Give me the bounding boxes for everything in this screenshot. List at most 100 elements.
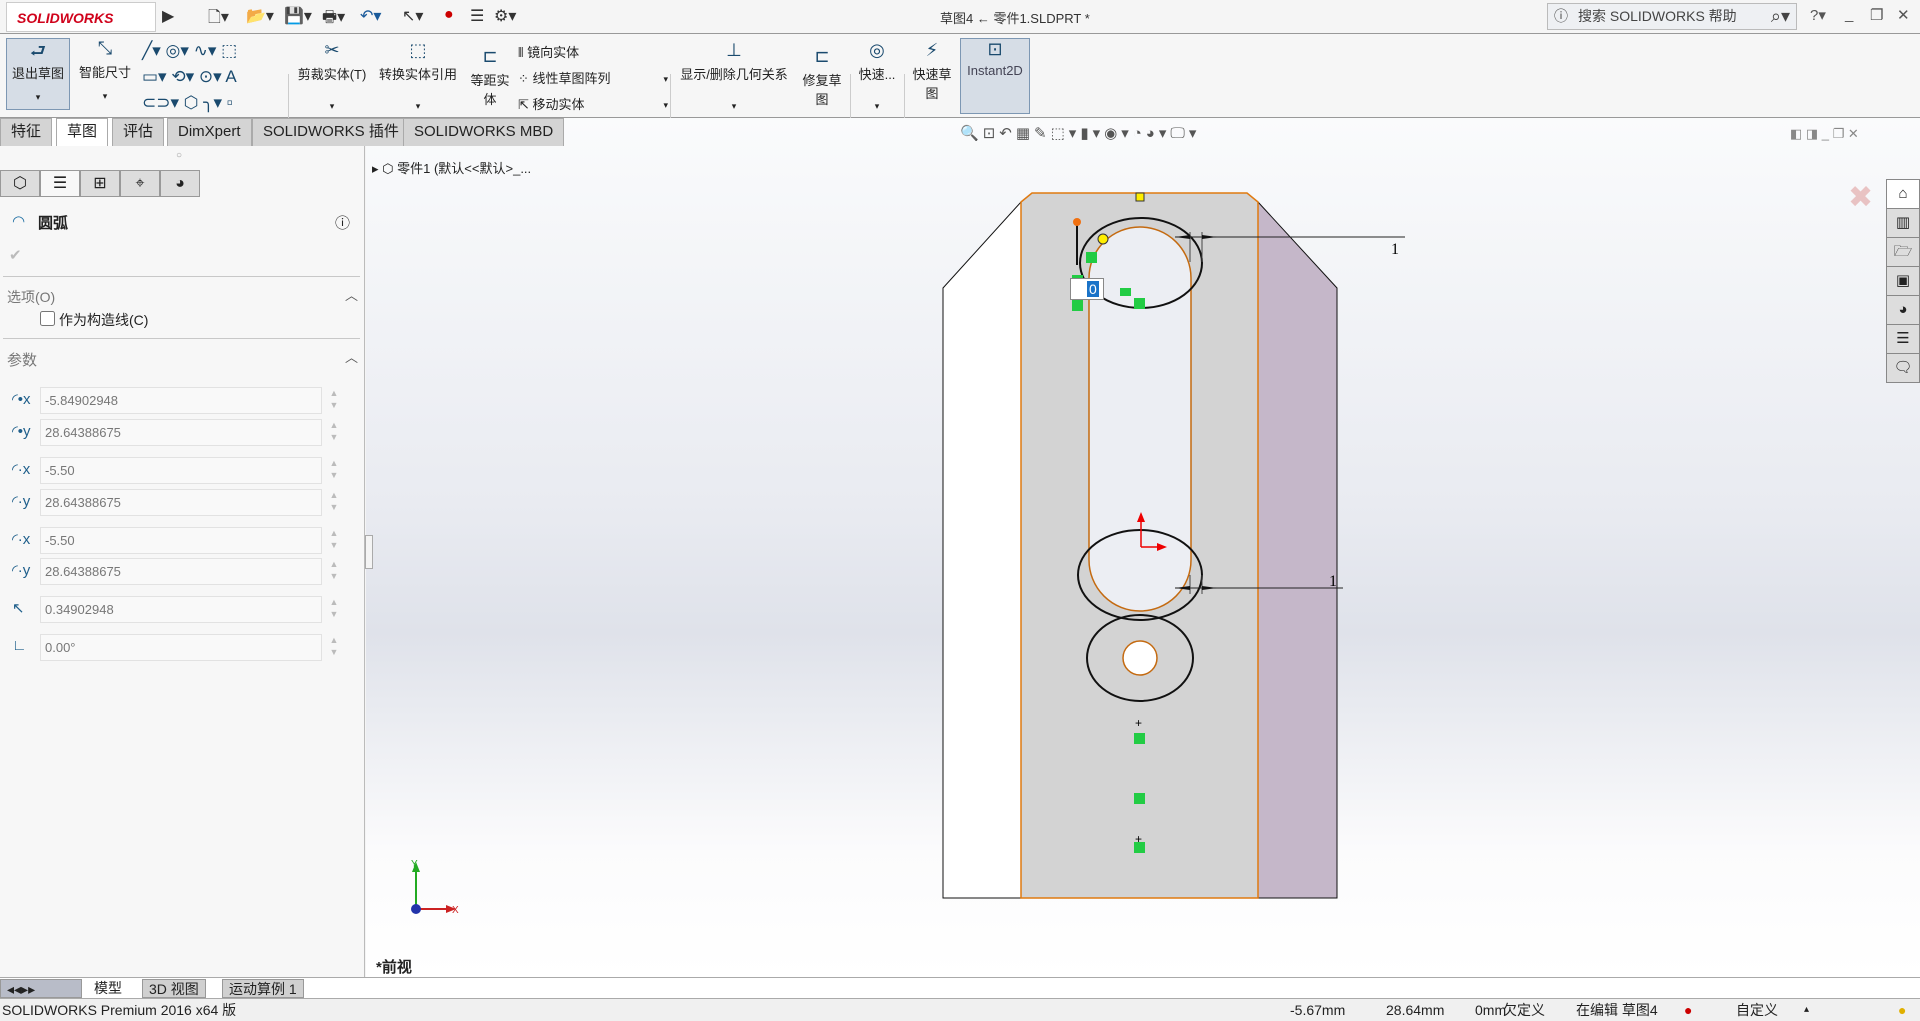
radius-icon: ↖ [12,600,25,617]
solidworks-logo[interactable]: SOLIDWORKS [6,2,156,32]
expand-menu-icon[interactable]: ▶ [162,6,174,26]
repair-sketch-button[interactable]: ⊏ 修复草图 [798,46,846,108]
offset-entities-button[interactable]: ⊏ 等距实体 [466,46,514,108]
view-palette-icon[interactable]: ▣ [1886,266,1920,296]
panel-splitter[interactable] [365,535,373,569]
spinner[interactable]: ▲ ▼ [326,457,342,484]
param-field[interactable]: -5.50 [40,457,322,484]
rebuild-status-icon[interactable]: ● [1684,999,1692,1021]
search-icon[interactable]: ⌕▾ [1771,4,1790,29]
units-dropdown-icon[interactable]: ▴ [1804,999,1809,1021]
new-icon[interactable]: 🗋▾ [208,6,229,33]
file-properties-icon[interactable]: ☰ [470,6,484,26]
instant2d-button[interactable]: ⊡ Instant2D [960,38,1030,114]
command-tabs: 特征 草图 评估 DimXpert SOLIDWORKS 插件 SOLIDWOR… [0,118,565,146]
configuration-tab[interactable]: ⊞ [80,170,120,197]
param-field[interactable]: 28.64388675 [40,419,322,446]
spinner[interactable]: ▲ ▼ [326,387,342,414]
tab-dimxpert[interactable]: DimXpert [167,118,252,146]
rectangle-icon[interactable]: ▭▾ ⟲▾ ⊙▾ A [142,67,237,86]
tab-addins[interactable]: SOLIDWORKS 插件 [252,118,410,146]
options-icon[interactable]: ⚙▾ [494,6,516,26]
collapse-params-icon[interactable]: ︿ [345,347,358,366]
open-icon[interactable]: 📂▾ [246,6,274,26]
spinner[interactable]: ▲ ▼ [326,558,342,585]
tab-sketch[interactable]: 草图 [56,118,109,146]
close-icon[interactable]: ✕ [1897,6,1910,24]
move-entities-button[interactable]: ⇱ 移动实体 ▾ [518,92,668,118]
cancel-sketch-corner-icon[interactable]: ✖ [1848,180,1873,215]
label: 转换实体引用 [378,67,457,82]
tab-3d-views[interactable]: 3D 视图 [142,979,206,998]
exit-sketch-button[interactable]: ⮐ 退出草图 ▾ [6,38,70,110]
heads-up-view-toolbar[interactable]: 🔍⊡↶▦✎⬚▾▮▾◉▾◔◕▾🖵▾ [960,124,1200,142]
tab-evaluate[interactable]: 评估 [112,118,165,146]
undo-icon[interactable]: ↶▾ [360,6,381,26]
ok-check-icon[interactable]: ✔ [9,246,22,264]
end-x-icon: ◜·x [12,531,31,548]
quick-snaps-button[interactable]: ◎ 快速... ▾ [854,40,900,112]
param-field[interactable]: -5.50 [40,527,322,554]
param-field[interactable]: 0.00° [40,634,322,661]
tab-model[interactable]: 模型 [88,979,128,998]
print-icon[interactable]: 🖶▾ [322,6,345,33]
forum-icon[interactable]: 🗨 [1886,353,1920,383]
spinner[interactable]: ▲ ▼ [326,419,342,446]
label: 镜向实体 [527,45,580,60]
tab-scroll-arrows[interactable]: ◂◂▸▸ [0,979,82,998]
file-explorer-icon[interactable]: 🗁 [1886,237,1920,267]
construction-checkbox[interactable] [40,311,55,326]
feature-tree-flyout[interactable]: ▸ ⬡ 零件1 (默认<<默认>_... [372,158,531,177]
spinner[interactable]: ▲ ▼ [326,634,342,661]
tab-mbd[interactable]: SOLIDWORKS MBD [403,118,565,146]
save-icon[interactable]: 💾▾ [284,6,312,26]
property-manager-tab[interactable]: ☰ [40,170,80,197]
search-input[interactable]: ⓘ 搜索 SOLIDWORKS 帮助 ⌕▾ [1547,3,1797,30]
graphics-area[interactable] [366,118,1920,977]
smart-dimension-button[interactable]: ⤡ 智能尺寸 ▾ [74,38,136,110]
units-selector[interactable]: 自定义 [1736,999,1778,1021]
spinner[interactable]: ▲ ▼ [326,489,342,516]
view-settings-icon: 🖵▾ [1170,125,1201,142]
param-field[interactable]: -5.84902948 [40,387,322,414]
viewport-window-controls[interactable]: ◧ ◨ _ ❐ ✕ [1790,126,1859,142]
help-menu-icon[interactable]: ?▾ [1810,6,1826,24]
trim-entities-button[interactable]: ✂ 剪裁实体(T) ▾ [294,40,370,112]
sketch-tools-grid[interactable]: ╱▾ ◎▾ ∿▾ ⬚ ▭▾ ⟲▾ ⊙▾ A ⊂⊃▾ ⬡ ╮▾ ▫ [142,38,282,116]
param-field[interactable]: 28.64388675 [40,558,322,585]
options-header[interactable]: 选项(O) [7,287,55,307]
design-library-icon[interactable]: ▥ [1886,208,1920,238]
dimension-value-input[interactable]: 0 [1070,278,1104,300]
help-icon[interactable]: ⓘ [335,212,350,233]
param-field[interactable]: 0.34902948 [40,596,322,623]
custom-properties-icon[interactable]: ☰ [1886,324,1920,354]
select-icon[interactable]: ↖▾ [402,6,423,26]
collapse-options-icon[interactable]: ︿ [345,285,358,304]
home-icon[interactable]: ⌂ [1886,179,1920,209]
tab-motion-study[interactable]: 运动算例 1 [222,979,304,998]
params-header[interactable]: 参数 [7,349,37,370]
label: 退出草图 [11,66,64,81]
expand-icon[interactable]: ▸ [372,161,379,176]
panel-grip-icon[interactable]: ○ [176,150,182,161]
rebuild-icon[interactable]: ● [444,6,454,24]
minimize-icon[interactable]: _ [1845,6,1853,23]
slot-icon[interactable]: ⊂⊃▾ ⬡ ╮▾ ▫ [142,93,233,112]
restore-icon[interactable]: ❐ [1870,6,1883,24]
dimxpert-tab[interactable]: ⌖ [120,170,160,197]
appearances-icon[interactable]: ◕ [1886,295,1920,325]
notification-icon[interactable]: ● [1898,999,1906,1021]
convert-entities-button[interactable]: ⬚ 转换实体引用 ▾ [374,40,462,112]
line-icon[interactable]: ╱▾ ◎▾ ∿▾ ⬚ [142,41,237,60]
display-manager-tab[interactable]: ◕ [160,170,200,197]
help-icon: ⓘ [1554,8,1568,24]
param-field[interactable]: 28.64388675 [40,489,322,516]
spinner[interactable]: ▲ ▼ [326,596,342,623]
rapid-sketch-button[interactable]: ⚡ 快速草图 [908,40,956,102]
spinner[interactable]: ▲ ▼ [326,527,342,554]
tab-features[interactable]: 特征 [0,118,53,146]
display-relations-button[interactable]: ⊥ 显示/删除几何关系 ▾ [674,40,794,112]
feature-tree-tab[interactable]: ⬡ [0,170,40,197]
mirror-entities-button[interactable]: ⫴ 镜向实体 [518,40,668,66]
linear-pattern-button[interactable]: ⁘ 线性草图阵列 ▾ [518,66,668,92]
